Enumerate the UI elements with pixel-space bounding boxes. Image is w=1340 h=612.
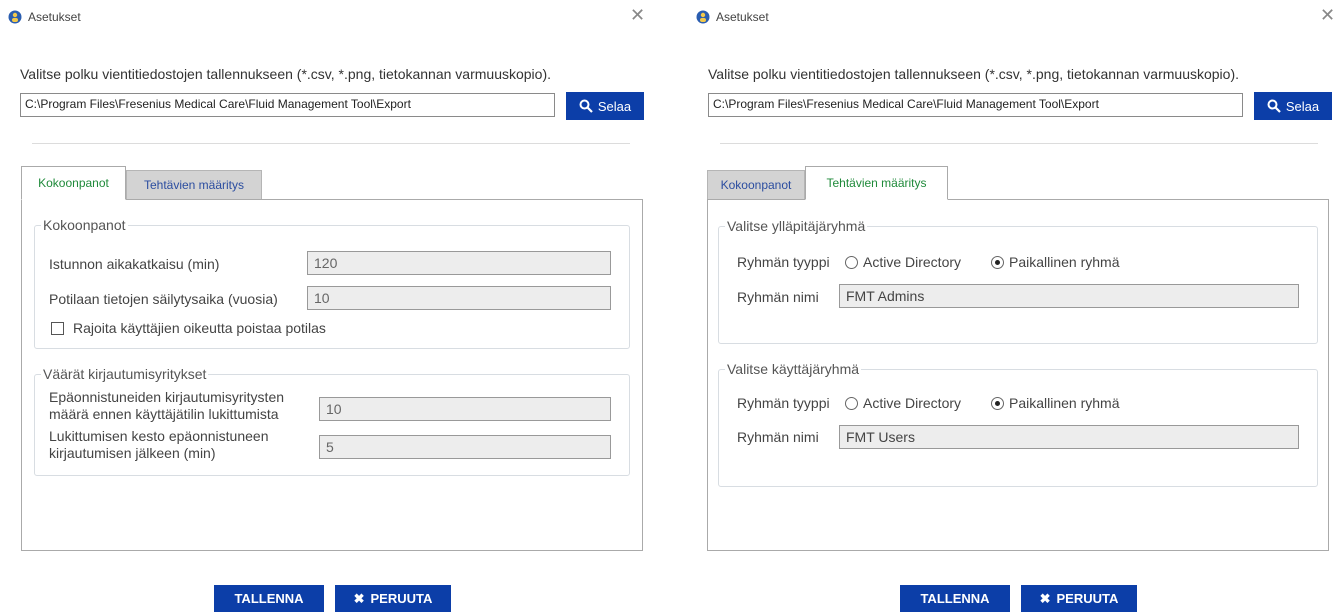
app-icon xyxy=(8,10,22,24)
tab-panel: Kokoonpanot Istunnon aikakatkaisu (min) … xyxy=(21,199,643,551)
browse-button[interactable]: Selaa xyxy=(1254,92,1332,120)
tab-label: Tehtävien määritys xyxy=(143,178,245,192)
tab-kokoonpanot[interactable]: Kokoonpanot xyxy=(21,166,126,200)
session-timeout-label: Istunnon aikakatkaisu (min) xyxy=(49,256,220,272)
browse-button[interactable]: Selaa xyxy=(566,92,644,120)
group-name-label: Ryhmän nimi xyxy=(737,429,819,445)
save-button[interactable]: TALLENNA xyxy=(214,585,324,612)
save-label: TALLENNA xyxy=(920,591,990,606)
tab-panel: Valitse ylläpitäjäryhmä Ryhmän tyyppi Ac… xyxy=(707,199,1329,551)
tab-tehtavien-maaritys[interactable]: Tehtävien määritys xyxy=(805,166,948,200)
group-legend: Kokoonpanot xyxy=(41,217,128,233)
dialog-title: Asetukset xyxy=(28,10,81,24)
cancel-label: PERUUTA xyxy=(370,591,433,606)
lock-duration-field[interactable]: 5 xyxy=(319,435,611,459)
config-group: Kokoonpanot Istunnon aikakatkaisu (min) … xyxy=(34,217,630,349)
group-name-field[interactable]: FMT Admins xyxy=(839,284,1299,308)
divider xyxy=(720,143,1318,144)
radio-local-group-label: Paikallinen ryhmä xyxy=(1009,254,1120,270)
user-group: Valitse käyttäjäryhmä Ryhmän tyyppi Acti… xyxy=(718,361,1318,487)
group-name-field[interactable]: FMT Users xyxy=(839,425,1299,449)
export-path-label: Valitse polku vientitiedostojen tallennu… xyxy=(708,66,1240,82)
close-icon[interactable]: ✕ xyxy=(630,6,645,24)
radio-local-group[interactable] xyxy=(991,397,1004,410)
browse-label: Selaa xyxy=(1285,98,1320,114)
cancel-label: PERUUTA xyxy=(1056,591,1119,606)
tab-label: Kokoonpanot xyxy=(720,178,792,192)
tab-kokoonpanot[interactable]: Kokoonpanot xyxy=(707,170,805,200)
save-button[interactable]: TALLENNA xyxy=(900,585,1010,612)
divider xyxy=(32,143,630,144)
group-legend: Valitse käyttäjäryhmä xyxy=(725,361,862,377)
tab-label: Tehtävien määritys xyxy=(826,176,927,190)
attempts-label-line2: määrä ennen käyttäjätilin lukittumista xyxy=(49,406,279,422)
search-icon xyxy=(1267,99,1281,113)
radio-local-group-label: Paikallinen ryhmä xyxy=(1009,395,1120,411)
radio-active-directory-label: Active Directory xyxy=(863,395,962,411)
group-type-label: Ryhmän tyyppi xyxy=(737,254,830,270)
close-icon: ✖ xyxy=(353,590,365,606)
tab-label: Kokoonpanot xyxy=(38,176,109,190)
restrict-delete-label: Rajoita käyttäjien oikeutta poistaa poti… xyxy=(73,320,326,336)
close-icon: ✖ xyxy=(1039,590,1051,606)
restrict-delete-checkbox[interactable] xyxy=(51,322,64,335)
radio-active-directory[interactable] xyxy=(845,397,858,410)
group-name-label: Ryhmän nimi xyxy=(737,289,819,305)
app-icon xyxy=(696,10,710,24)
cancel-button[interactable]: ✖ PERUUTA xyxy=(1021,585,1137,612)
attempts-label-line1: Epäonnistuneiden kirjautumisyritysten xyxy=(49,389,285,405)
admin-group: Valitse ylläpitäjäryhmä Ryhmän tyyppi Ac… xyxy=(718,218,1318,344)
attempts-field[interactable]: 10 xyxy=(319,397,611,421)
retention-label: Potilaan tietojen säilytysaika (vuosia) xyxy=(49,291,278,307)
export-path-input[interactable]: C:\Program Files\Fresenius Medical Care\… xyxy=(20,93,555,117)
browse-label: Selaa xyxy=(597,98,632,114)
lock-duration-label-line2: kirjautumisen jälkeen (min) xyxy=(49,445,216,461)
search-icon xyxy=(579,99,593,113)
export-path-input[interactable]: C:\Program Files\Fresenius Medical Care\… xyxy=(708,93,1243,117)
cancel-button[interactable]: ✖ PERUUTA xyxy=(335,585,451,612)
settings-dialog-config: Asetukset ✕ Valitse polku vientitiedosto… xyxy=(0,0,650,612)
radio-active-directory[interactable] xyxy=(845,256,858,269)
retention-field[interactable]: 10 xyxy=(307,286,611,310)
save-label: TALLENNA xyxy=(234,591,304,606)
export-path-label: Valitse polku vientitiedostojen tallennu… xyxy=(20,66,552,82)
group-legend: Väärät kirjautumisyritykset xyxy=(41,366,209,382)
close-icon[interactable]: ✕ xyxy=(1320,6,1335,24)
group-type-label: Ryhmän tyyppi xyxy=(737,395,830,411)
lock-duration-label-line1: Lukittumisen kesto epäonnistuneen xyxy=(49,428,269,444)
failed-login-group: Väärät kirjautumisyritykset Epäonnistune… xyxy=(34,366,630,476)
radio-active-directory-label: Active Directory xyxy=(863,254,962,270)
settings-dialog-tasks: Asetukset ✕ Valitse polku vientitiedosto… xyxy=(688,0,1338,612)
tab-tehtavien-maaritys[interactable]: Tehtävien määritys xyxy=(126,170,262,200)
dialog-title: Asetukset xyxy=(716,10,769,24)
radio-local-group[interactable] xyxy=(991,256,1004,269)
group-legend: Valitse ylläpitäjäryhmä xyxy=(725,218,868,234)
session-timeout-field[interactable]: 120 xyxy=(307,251,611,275)
